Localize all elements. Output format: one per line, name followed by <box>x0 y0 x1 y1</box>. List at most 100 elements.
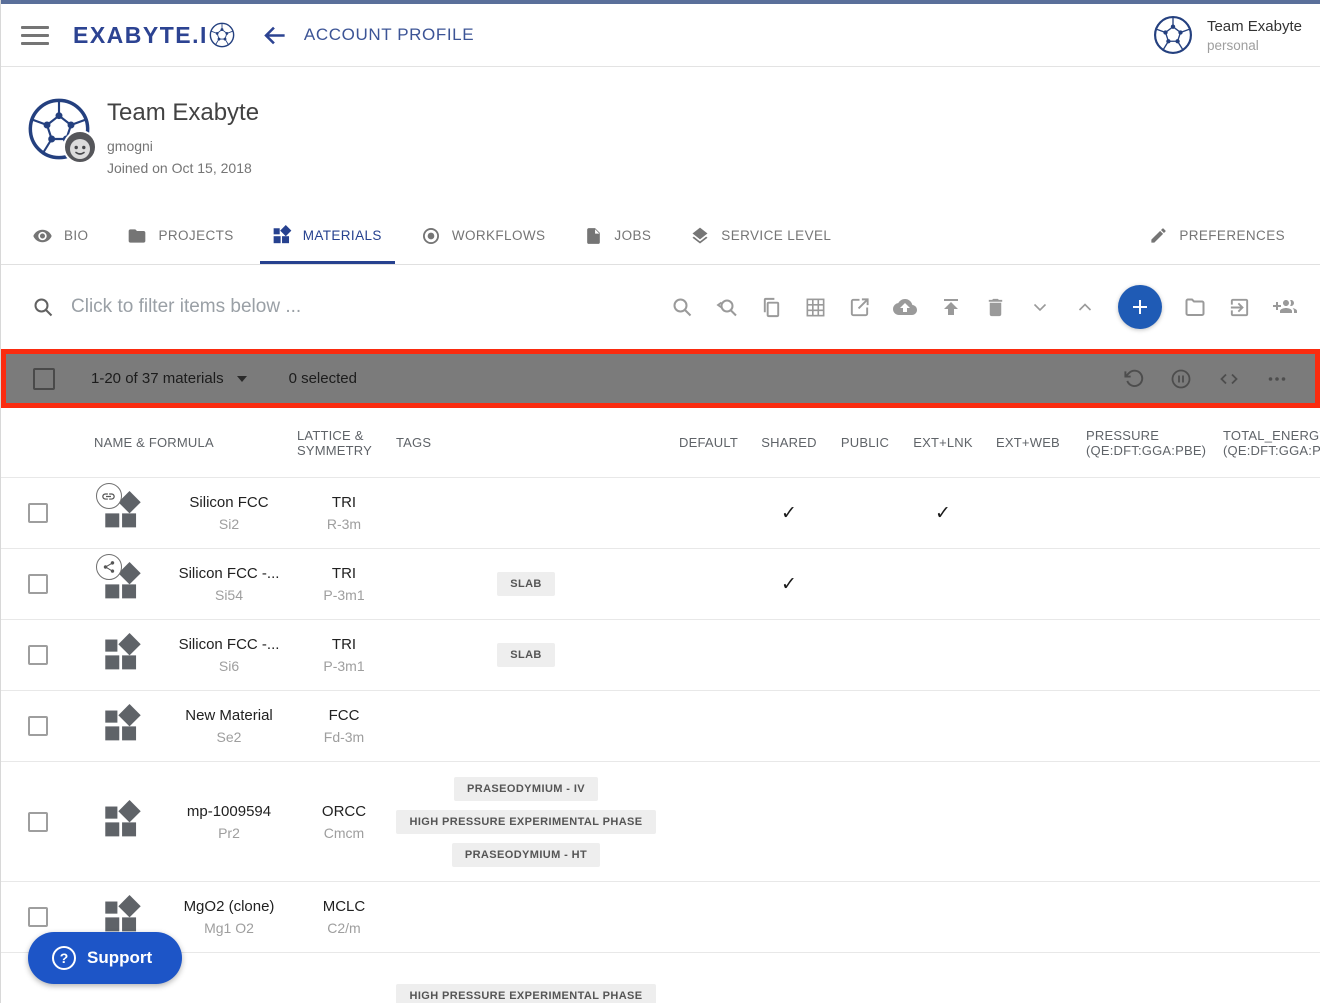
tag-chip[interactable]: SLAB <box>497 643 555 667</box>
material-row-new-material[interactable]: New Material Se2FCC Fd-3m <box>1 691 1320 762</box>
tag-chip[interactable]: HIGH PRESSURE EXPERIMENTAL PHASE <box>396 984 655 1003</box>
cloud-upload-button[interactable] <box>892 295 918 319</box>
symmetry-group: R-3m <box>327 516 361 532</box>
tab-label: SERVICE LEVEL <box>721 228 831 243</box>
profile-joined-date: Joined on Oct 15, 2018 <box>107 157 259 179</box>
symmetry-group: C2/m <box>327 920 360 936</box>
col-header-name-formula: NAME & FORMULA <box>86 408 291 477</box>
tab-label: PREFERENCES <box>1179 228 1285 243</box>
material-row-mp-1009594[interactable]: mp-1009594 Pr2ORCC CmcmPRASEODYMIUM - IV… <box>1 762 1320 882</box>
tag-chip[interactable]: PRASEODYMIUM - HT <box>452 843 600 867</box>
row-checkbox[interactable] <box>28 907 48 927</box>
question-mark-icon: ? <box>52 946 76 970</box>
row-checkbox[interactable] <box>28 645 48 665</box>
group-add-button[interactable] <box>1272 295 1298 319</box>
col-header-ext-web: EXT+WEB <box>983 408 1073 477</box>
filter-actions-toolbar <box>670 285 1298 329</box>
material-row-mgo2-clone[interactable]: MgO2 (clone) Mg1 O2MCLC C2/m <box>1 882 1320 953</box>
chevron-up-icon <box>1073 295 1097 319</box>
user-avatar <box>1153 15 1193 55</box>
folder-button[interactable] <box>1183 295 1207 319</box>
tab-projects[interactable]: PROJECTS <box>114 210 246 264</box>
restore-button[interactable] <box>1123 367 1146 390</box>
chevron-up-button[interactable] <box>1073 295 1097 319</box>
tag-chip[interactable]: PRASEODYMIUM - IV <box>454 777 598 801</box>
publish-button[interactable] <box>939 295 963 319</box>
tab-label: JOBS <box>614 228 651 243</box>
row-checkbox[interactable] <box>28 503 48 523</box>
tab-jobs[interactable]: JOBS <box>571 210 664 264</box>
pause-circle-button[interactable] <box>1169 367 1193 391</box>
more-horiz-button[interactable] <box>1265 367 1289 391</box>
material-icon <box>104 800 144 844</box>
material-name[interactable]: mp-1009594 <box>187 803 271 820</box>
materials-range-dropdown[interactable]: 1-20 of 37 materials <box>91 370 247 387</box>
tab-materials[interactable]: MATERIALS <box>260 210 395 264</box>
material-icon <box>104 704 144 748</box>
material-name[interactable]: MgO2 (clone) <box>184 898 275 915</box>
material-row-silicon-fcc[interactable]: Silicon FCC -... Si6TRI P-3m1SLAB <box>1 620 1320 691</box>
tag-chip[interactable]: HIGH PRESSURE EXPERIMENTAL PHASE <box>396 810 655 834</box>
material-name[interactable]: New Material <box>185 707 273 724</box>
add-material-button[interactable] <box>1118 285 1162 329</box>
profile-name: Team Exabyte <box>107 99 259 127</box>
search-history-button[interactable] <box>715 295 739 319</box>
grid-button[interactable] <box>804 296 827 319</box>
tag-chip[interactable]: SLAB <box>497 572 555 596</box>
back-arrow-icon <box>261 22 288 49</box>
material-formula: Pr2 <box>218 825 240 841</box>
app-header: EXABYTE.I ACCOUNT PROFILE Team Exabyte p… <box>1 4 1320 67</box>
tab-service-level[interactable]: SERVICE LEVEL <box>677 210 844 264</box>
logo-text: EXABYTE.I <box>73 22 208 49</box>
profile-username: gmogni <box>107 135 259 157</box>
eye-icon <box>32 226 53 246</box>
material-row[interactable]: HIGH PRESSURE EXPERIMENTAL PHASE <box>1 953 1320 1003</box>
material-name[interactable]: Silicon FCC -... <box>179 565 280 582</box>
header-user-menu[interactable]: Team Exabyte personal <box>1153 15 1302 55</box>
open-in-new-button[interactable] <box>848 296 871 319</box>
selection-toolbar-highlighted: 1-20 of 37 materials 0 selected <box>1 349 1320 408</box>
material-icon <box>104 562 144 606</box>
select-all-checkbox[interactable] <box>33 368 55 390</box>
group-add-icon <box>1272 295 1298 319</box>
copy-button[interactable] <box>760 296 783 319</box>
checkmark-icon: ✓ <box>781 573 797 596</box>
material-name[interactable]: Silicon FCC -... <box>179 636 280 653</box>
menu-button[interactable] <box>21 26 49 45</box>
col-header-tags: TAGS <box>391 408 666 477</box>
material-row-silicon-fcc[interactable]: Silicon FCC Si2TRI R-3m✓✓ <box>1 478 1320 549</box>
filter-input[interactable] <box>71 296 451 318</box>
lattice-type: TRI <box>332 494 356 511</box>
lattice-type: FCC <box>329 707 360 724</box>
material-row-silicon-fcc[interactable]: Silicon FCC -... Si54TRI P-3m1SLAB✓ <box>1 549 1320 620</box>
exabyte-logo[interactable]: EXABYTE.I <box>73 22 235 49</box>
col-header-public: PUBLIC <box>827 408 903 477</box>
row-checkbox[interactable] <box>28 716 48 736</box>
material-name[interactable]: Silicon FCC <box>189 494 268 511</box>
copy-icon <box>760 296 783 319</box>
support-button[interactable]: ? Support <box>28 932 182 984</box>
chevron-down-button[interactable] <box>1028 295 1052 319</box>
tab-workflows[interactable]: WORKFLOWS <box>408 210 559 264</box>
tab-label: WORKFLOWS <box>452 228 546 243</box>
profile-avatar <box>27 97 91 161</box>
search-button[interactable] <box>670 295 694 319</box>
lattice-type: TRI <box>332 565 356 582</box>
col-header-pressure: PRESSURE (QE:DFT:GGA:PBE) <box>1073 408 1211 477</box>
tab-label: BIO <box>64 228 88 243</box>
row-checkbox[interactable] <box>28 812 48 832</box>
lattice-type: ORCC <box>322 803 366 820</box>
back-arrow-button[interactable] <box>261 22 288 49</box>
selected-count: 0 selected <box>289 370 357 387</box>
tab-bio[interactable]: BIO <box>19 210 101 264</box>
code-button[interactable] <box>1216 367 1242 391</box>
share-badge-icon <box>96 554 122 580</box>
header-user-type: personal <box>1207 38 1302 53</box>
filter-bar <box>1 265 1320 349</box>
tab-preferences[interactable]: PREFERENCES <box>1136 210 1298 264</box>
row-checkbox[interactable] <box>28 574 48 594</box>
symmetry-group: P-3m1 <box>323 587 364 603</box>
exit-to-app-button[interactable] <box>1228 296 1251 319</box>
search-icon <box>670 295 694 319</box>
delete-button[interactable] <box>984 296 1007 319</box>
